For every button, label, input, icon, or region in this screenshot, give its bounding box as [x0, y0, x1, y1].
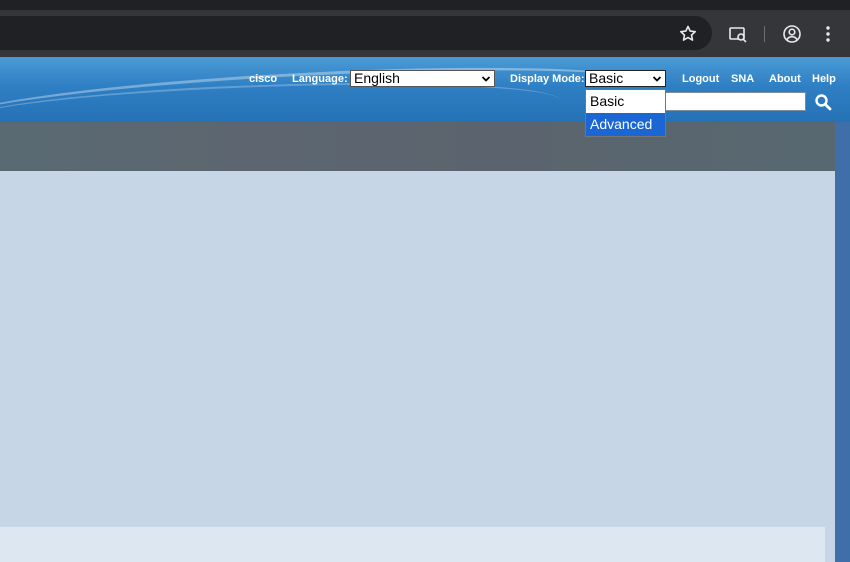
help-link[interactable]: Help — [812, 73, 836, 85]
sna-link[interactable]: SNA — [731, 73, 754, 85]
navigation-bar — [0, 122, 835, 171]
search-input[interactable] — [664, 92, 806, 111]
display-mode-label: Display Mode: — [510, 73, 585, 85]
content-footer-panel — [0, 527, 825, 562]
language-select[interactable]: English — [350, 70, 495, 87]
toolbar-separator — [764, 26, 765, 42]
tab-search-icon[interactable] — [726, 22, 750, 46]
logout-link[interactable]: Logout — [682, 73, 719, 85]
kebab-menu-icon[interactable] — [816, 22, 840, 46]
display-mode-select-value: Basic — [589, 70, 624, 86]
search-icon[interactable] — [814, 93, 832, 111]
star-icon[interactable] — [676, 22, 700, 46]
display-mode-select[interactable]: Basic — [585, 70, 666, 87]
browser-toolbar — [0, 10, 850, 57]
address-bar[interactable] — [0, 16, 712, 50]
header-banner: cisco Language: English Display Mode: Ba… — [0, 57, 850, 122]
chevron-down-icon — [481, 76, 491, 82]
language-label: Language: — [292, 73, 348, 85]
about-link[interactable]: About — [769, 73, 801, 85]
profile-icon[interactable] — [780, 22, 804, 46]
main-content — [0, 171, 835, 562]
browser-tabstrip — [0, 0, 850, 10]
brand-label: cisco — [249, 73, 278, 85]
right-edge-strip — [835, 122, 850, 562]
display-mode-dropdown: Basic Advanced — [585, 89, 666, 137]
display-mode-option-advanced[interactable]: Advanced — [586, 113, 665, 136]
chevron-down-icon — [652, 76, 662, 82]
display-mode-option-basic[interactable]: Basic — [586, 90, 665, 113]
language-select-value: English — [354, 70, 400, 86]
